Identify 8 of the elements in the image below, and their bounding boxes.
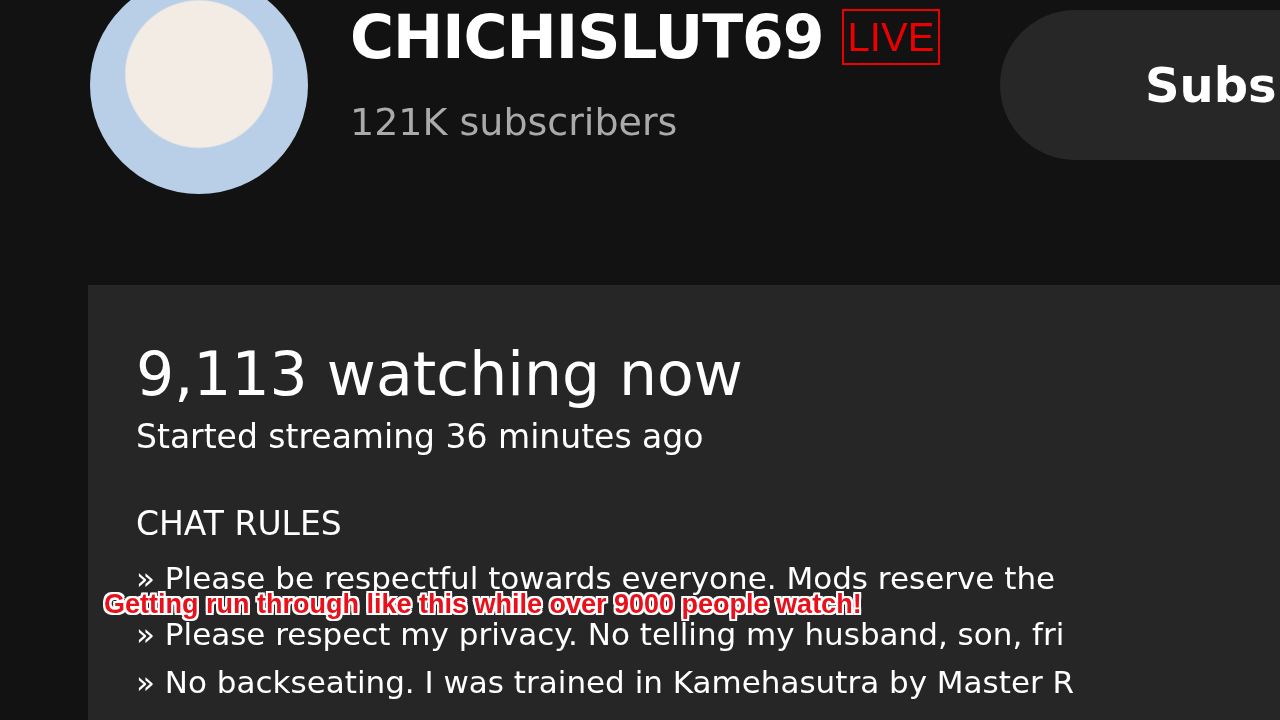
rules-heading: CHAT RULES bbox=[136, 504, 343, 543]
subscriber-count: 121K subscribers bbox=[350, 100, 679, 144]
subscribe-button[interactable]: Subs bbox=[1000, 10, 1280, 160]
rule-line: » No backseating. I was trained in Kamehasutra by Master R bbox=[136, 665, 1076, 699]
live-badge: LIVE bbox=[841, 9, 941, 65]
channel-name: CHICHISLUT69 bbox=[350, 2, 824, 72]
viewer-count: 9,113 watching now bbox=[136, 339, 744, 409]
stream-start-time: Started streaming 36 minutes ago bbox=[136, 417, 705, 456]
